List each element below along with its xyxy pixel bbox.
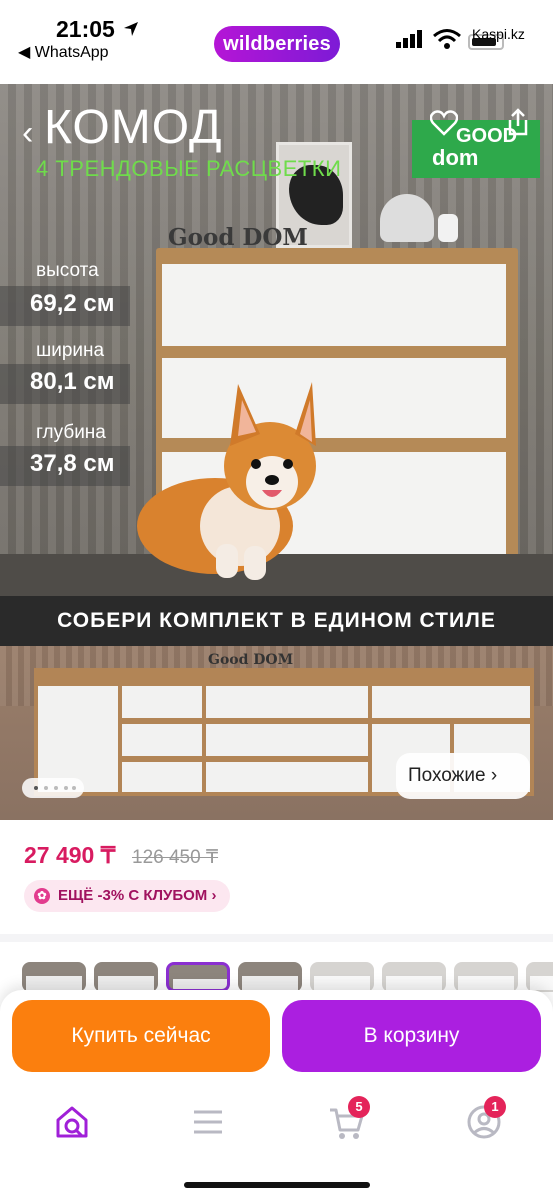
back-to-whatsapp-link[interactable]: ◀ WhatsApp: [18, 42, 109, 62]
home-search-icon[interactable]: [52, 1102, 92, 1142]
thumbnail[interactable]: [22, 962, 86, 992]
image-title: КОМОД: [44, 101, 223, 154]
home-indicator: [184, 1182, 370, 1188]
club-discount-label: ЕЩЁ -3% С КЛУБОМ ›: [58, 887, 217, 904]
brand-sign: Good DOM: [168, 224, 308, 251]
share-icon[interactable]: [506, 108, 530, 136]
clock: 21:05: [56, 16, 115, 42]
thumbnail[interactable]: [382, 962, 446, 992]
corgi-image: [137, 382, 316, 580]
carousel-dots: [22, 778, 84, 798]
thumbnail[interactable]: [526, 962, 553, 992]
star-icon: ✿: [34, 888, 50, 904]
collection-banner: СОБЕРИ КОМПЛЕКТ В ЕДИНОМ СТИЛЕ: [0, 596, 553, 646]
action-sheet: Купить сейчас В корзину: [0, 990, 553, 1200]
height-value: 69,2 см: [0, 286, 131, 326]
height-label: высота: [36, 260, 99, 281]
add-to-cart-button[interactable]: В корзину: [282, 1000, 541, 1072]
width-value: 80,1 см: [0, 364, 131, 404]
brand-sign-small: Good DOM: [208, 652, 294, 668]
thumbnail[interactable]: [454, 962, 518, 992]
thumbnail[interactable]: [310, 962, 374, 992]
thumbnail[interactable]: [94, 962, 158, 992]
image-subtitle: 4 ТРЕНДОВЫЕ РАСЦВЕТКИ: [36, 156, 342, 181]
similar-button[interactable]: Похожие ›: [396, 753, 530, 799]
product-image-carousel[interactable]: Good DOM ‹ КОМОД 4 ТРЕНДОВЫЕ РАСЦВЕТКИ G…: [0, 84, 553, 820]
cart-badge: 5: [348, 1096, 370, 1118]
decor-lamp: [380, 194, 434, 242]
current-price: 27 490 ₸: [24, 842, 116, 868]
status-bar: 21:05 ◀ WhatsApp wildberries Kaspi.kz: [0, 0, 553, 84]
wifi-icon: [433, 29, 461, 49]
depth-label: глубина: [36, 422, 106, 443]
club-discount-button[interactable]: ✿ ЕЩЁ -3% С КЛУБОМ ›: [24, 880, 231, 912]
width-label: ширина: [36, 340, 105, 361]
decor-vase: [438, 214, 458, 242]
favorite-heart-icon[interactable]: [430, 110, 458, 136]
menu-icon[interactable]: [188, 1102, 228, 1142]
location-arrow-icon: [124, 22, 138, 36]
buy-now-button[interactable]: Купить сейчас: [12, 1000, 270, 1072]
back-button[interactable]: ‹: [22, 114, 33, 153]
profile-badge: 1: [484, 1096, 506, 1118]
thumbnail-selected[interactable]: [166, 962, 230, 992]
product-page: 21:05 ◀ WhatsApp wildberries Kaspi.kz Go…: [0, 0, 553, 1200]
thumbnail[interactable]: [238, 962, 302, 992]
old-price: 126 450 ₸: [132, 847, 219, 868]
wildberries-logo: wildberries: [214, 26, 340, 62]
signal-icon: [396, 30, 422, 48]
carrier-label: Kaspi.kz: [472, 26, 525, 42]
depth-value: 37,8 см: [0, 446, 131, 486]
